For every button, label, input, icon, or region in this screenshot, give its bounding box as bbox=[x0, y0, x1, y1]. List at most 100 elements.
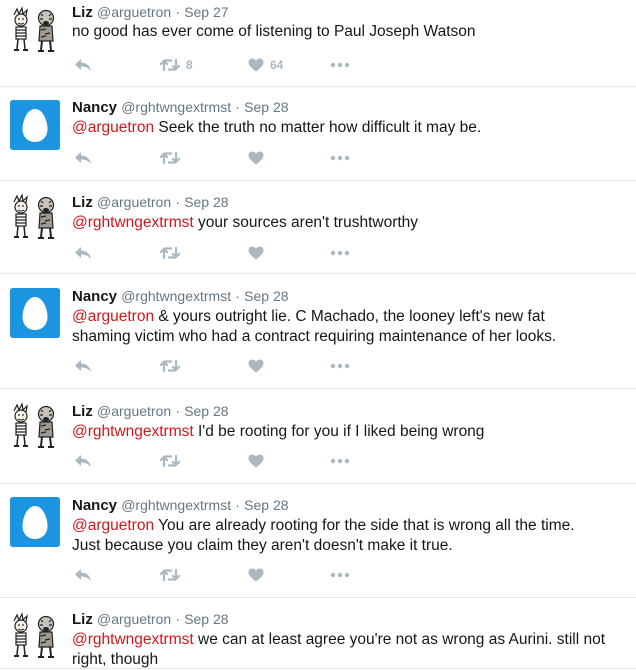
display-name[interactable]: Liz bbox=[72, 194, 93, 211]
tweet[interactable]: Liz @arguetron · Sep 28 @rghtwngextrmst w… bbox=[0, 598, 636, 669]
egg-avatar-icon bbox=[10, 100, 60, 150]
egg-avatar-icon bbox=[10, 497, 60, 547]
user-handle[interactable]: @rghtwngextrmst bbox=[121, 497, 231, 513]
retweet-button[interactable] bbox=[160, 454, 180, 468]
tweet[interactable]: Liz @arguetron · Sep 27 no good has ever … bbox=[0, 0, 636, 87]
reply-icon bbox=[75, 247, 91, 259]
mention-link[interactable]: @rghtwngextrmst bbox=[72, 631, 194, 648]
cartoon-avatar-icon bbox=[10, 611, 60, 661]
tweet-text: @rghtwngextrmst your sources aren't trus… bbox=[72, 213, 606, 233]
reply-icon bbox=[75, 360, 91, 372]
tweet-text: no good has ever come of listening to Pa… bbox=[72, 22, 606, 42]
display-name[interactable]: Liz bbox=[72, 611, 93, 628]
more-button[interactable] bbox=[330, 62, 350, 68]
tweet-header: Nancy @rghtwngextrmst · Sep 28 bbox=[72, 98, 289, 117]
heart-button[interactable]: 64 bbox=[248, 58, 283, 72]
tweet[interactable]: Liz @arguetron · Sep 28 @rghtwngextrmst I… bbox=[0, 389, 636, 484]
heart-icon bbox=[248, 58, 264, 72]
display-name[interactable]: Nancy bbox=[72, 497, 117, 514]
reply-button[interactable] bbox=[74, 58, 92, 72]
reply-button[interactable] bbox=[74, 359, 92, 373]
avatar[interactable] bbox=[10, 192, 60, 242]
user-handle[interactable]: @arguetron bbox=[97, 194, 171, 210]
retweet-icon bbox=[160, 568, 180, 582]
reply-button[interactable] bbox=[74, 246, 92, 260]
tweet-text: @rghtwngextrmst I'd be rooting for you i… bbox=[72, 422, 606, 442]
tweet-date[interactable]: Sep 28 bbox=[184, 611, 228, 627]
reply-button[interactable] bbox=[74, 568, 92, 582]
reply-button[interactable] bbox=[74, 454, 92, 468]
retweet-button[interactable] bbox=[160, 568, 180, 582]
tweet-date[interactable]: Sep 28 bbox=[244, 497, 288, 513]
tweet-body: I'd be rooting for you if I liked being … bbox=[193, 423, 485, 440]
avatar[interactable] bbox=[10, 288, 60, 338]
tweet[interactable]: Nancy @rghtwngextrmst · Sep 28 @arguetron… bbox=[0, 274, 636, 389]
tweet-date[interactable]: Sep 28 bbox=[184, 194, 228, 210]
tweet-header: Nancy @rghtwngextrmst · Sep 28 bbox=[72, 496, 289, 515]
tweet-text: @rghtwngextrmst we can at least agree yo… bbox=[72, 630, 606, 670]
tweet-date[interactable]: Sep 28 bbox=[244, 99, 288, 115]
more-button[interactable] bbox=[330, 250, 350, 256]
avatar[interactable] bbox=[10, 5, 60, 55]
more-button[interactable] bbox=[330, 572, 350, 578]
reply-button[interactable] bbox=[74, 151, 92, 165]
like-count: 64 bbox=[270, 58, 284, 72]
tweet-header: Liz @arguetron · Sep 28 bbox=[72, 193, 229, 212]
mention-link[interactable]: @arguetron bbox=[72, 308, 154, 325]
more-button[interactable] bbox=[330, 155, 350, 161]
more-icon bbox=[330, 62, 350, 68]
more-icon bbox=[330, 363, 350, 369]
cartoon-avatar-icon bbox=[10, 401, 60, 451]
tweet-header: Liz @arguetron · Sep 27 bbox=[72, 3, 229, 22]
heart-button[interactable] bbox=[248, 454, 264, 468]
tweet-body: no good has ever come of listening to Pa… bbox=[72, 23, 476, 40]
mention-link[interactable]: @rghtwngextrmst bbox=[72, 214, 194, 231]
mention-link[interactable]: @arguetron bbox=[72, 119, 154, 136]
tweet-body: your sources aren't trushtworthy bbox=[193, 214, 419, 231]
tweet-date[interactable]: Sep 28 bbox=[184, 403, 228, 419]
user-handle[interactable]: @rghtwngextrmst bbox=[121, 288, 231, 304]
more-button[interactable] bbox=[330, 458, 350, 464]
tweet[interactable]: Liz @arguetron · Sep 28 @rghtwngextrmst y… bbox=[0, 181, 636, 274]
avatar[interactable] bbox=[10, 100, 60, 150]
more-button[interactable] bbox=[330, 363, 350, 369]
display-name[interactable]: Nancy bbox=[72, 99, 117, 116]
tweet-header: Liz @arguetron · Sep 28 bbox=[72, 402, 229, 421]
user-handle[interactable]: @arguetron bbox=[97, 403, 171, 419]
display-name[interactable]: Liz bbox=[72, 4, 93, 21]
retweet-button[interactable] bbox=[160, 151, 180, 165]
tweet[interactable]: Nancy @rghtwngextrmst · Sep 28 @arguetron… bbox=[0, 484, 636, 598]
avatar[interactable] bbox=[10, 611, 60, 661]
tweet-date[interactable]: Sep 28 bbox=[244, 288, 288, 304]
tweet-date[interactable]: Sep 27 bbox=[184, 4, 228, 20]
heart-button[interactable] bbox=[248, 568, 264, 582]
tweet-header: Nancy @rghtwngextrmst · Sep 28 bbox=[72, 287, 289, 306]
user-handle[interactable]: @rghtwngextrmst bbox=[121, 99, 231, 115]
retweet-icon bbox=[160, 359, 180, 373]
reply-icon bbox=[75, 152, 91, 164]
retweet-button[interactable] bbox=[160, 359, 180, 373]
display-name[interactable]: Nancy bbox=[72, 288, 117, 305]
retweet-icon bbox=[160, 58, 180, 72]
heart-button[interactable] bbox=[248, 151, 264, 165]
separator-dot: · bbox=[175, 611, 181, 627]
tweet[interactable]: Nancy @rghtwngextrmst · Sep 28 @arguetron… bbox=[0, 87, 636, 181]
mention-link[interactable]: @rghtwngextrmst bbox=[72, 423, 194, 440]
more-icon bbox=[330, 572, 350, 578]
more-icon bbox=[330, 155, 350, 161]
mention-link[interactable]: @arguetron bbox=[72, 517, 154, 534]
avatar[interactable] bbox=[10, 497, 60, 547]
separator-dot: · bbox=[175, 194, 181, 210]
avatar[interactable] bbox=[10, 401, 60, 451]
heart-button[interactable] bbox=[248, 359, 264, 373]
retweet-button[interactable] bbox=[160, 246, 180, 260]
user-handle[interactable]: @arguetron bbox=[97, 4, 171, 20]
separator-dot: · bbox=[235, 288, 240, 304]
more-icon bbox=[330, 458, 350, 464]
display-name[interactable]: Liz bbox=[72, 403, 93, 420]
user-handle[interactable]: @arguetron bbox=[97, 611, 171, 627]
heart-icon bbox=[248, 359, 264, 373]
tweet-text: @arguetron & yours outright lie. C Macha… bbox=[72, 307, 606, 347]
retweet-button[interactable]: 8 bbox=[160, 58, 193, 72]
heart-button[interactable] bbox=[248, 246, 264, 260]
